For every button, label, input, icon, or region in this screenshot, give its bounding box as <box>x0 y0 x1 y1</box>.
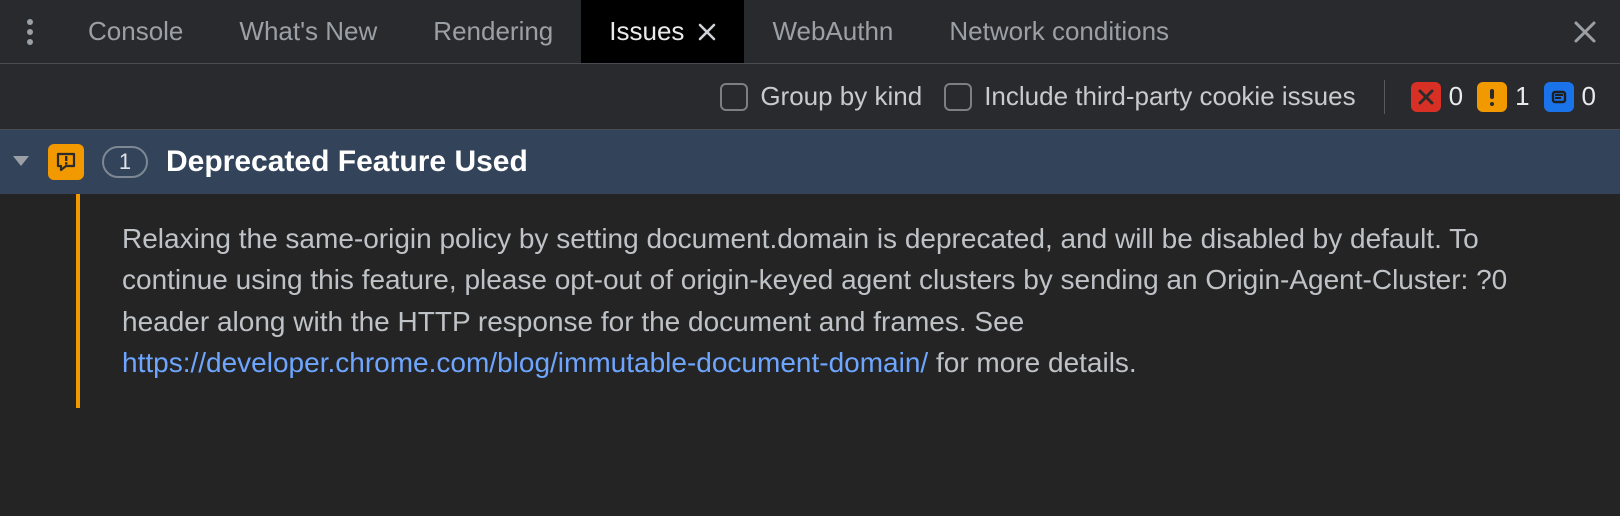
tab-webauthn[interactable]: WebAuthn <box>744 0 921 63</box>
warning-count: 1 <box>1515 81 1529 112</box>
issue-counters: 0 1 0 <box>1411 81 1596 112</box>
tab-rendering[interactable]: Rendering <box>405 0 581 63</box>
issue-doc-link[interactable]: https://developer.chrome.com/blog/immuta… <box>122 347 928 378</box>
tab-label: WebAuthn <box>772 16 893 47</box>
issue-title: Deprecated Feature Used <box>166 145 528 179</box>
tab-label: Issues <box>609 16 684 47</box>
tab-network-conditions[interactable]: Network conditions <box>921 0 1197 63</box>
panel-tab-bar: Console What's New Rendering Issues WebA… <box>0 0 1620 64</box>
info-count: 0 <box>1582 81 1596 112</box>
close-tab-button[interactable] <box>698 23 716 41</box>
issue-text: for more details. <box>928 347 1137 378</box>
checkbox-label: Include third-party cookie issues <box>984 81 1355 112</box>
tab-label: Rendering <box>433 16 553 47</box>
issue-count: 1 <box>119 149 131 175</box>
issue-gutter <box>0 194 80 408</box>
warning-bubble-icon <box>48 144 84 180</box>
error-icon <box>1411 82 1441 112</box>
issue-count-pill: 1 <box>102 146 148 178</box>
info-counter[interactable]: 0 <box>1544 81 1596 112</box>
severity-bar <box>76 194 80 408</box>
checkbox-icon <box>720 83 748 111</box>
vertical-dots-icon <box>27 19 33 45</box>
warning-counter[interactable]: 1 <box>1477 81 1529 112</box>
include-third-party-checkbox[interactable]: Include third-party cookie issues <box>944 81 1355 112</box>
tab-list: Console What's New Rendering Issues WebA… <box>60 0 1197 63</box>
error-counter[interactable]: 0 <box>1411 81 1463 112</box>
close-icon <box>1573 20 1597 44</box>
tab-console[interactable]: Console <box>60 0 211 63</box>
close-panel-button[interactable] <box>1550 0 1620 63</box>
issue-text: Relaxing the same-origin policy by setti… <box>122 223 1507 337</box>
checkbox-icon <box>944 83 972 111</box>
divider <box>1384 80 1385 114</box>
issue-body-region: Relaxing the same-origin policy by setti… <box>0 194 1620 408</box>
close-icon <box>698 23 716 41</box>
info-icon <box>1544 82 1574 112</box>
group-by-kind-checkbox[interactable]: Group by kind <box>720 81 922 112</box>
tab-label: Network conditions <box>949 16 1169 47</box>
issue-description: Relaxing the same-origin policy by setti… <box>80 194 1620 408</box>
checkbox-label: Group by kind <box>760 81 922 112</box>
tab-whats-new[interactable]: What's New <box>211 0 405 63</box>
warning-icon <box>1477 82 1507 112</box>
tab-issues[interactable]: Issues <box>581 0 744 63</box>
error-count: 0 <box>1449 81 1463 112</box>
disclosure-triangle[interactable] <box>12 155 30 169</box>
chevron-down-icon <box>12 155 30 169</box>
more-tabs-button[interactable] <box>0 0 60 63</box>
issues-toolbar: Group by kind Include third-party cookie… <box>0 64 1620 130</box>
tab-label: Console <box>88 16 183 47</box>
issue-header-row[interactable]: 1 Deprecated Feature Used <box>0 130 1620 194</box>
tab-label: What's New <box>239 16 377 47</box>
